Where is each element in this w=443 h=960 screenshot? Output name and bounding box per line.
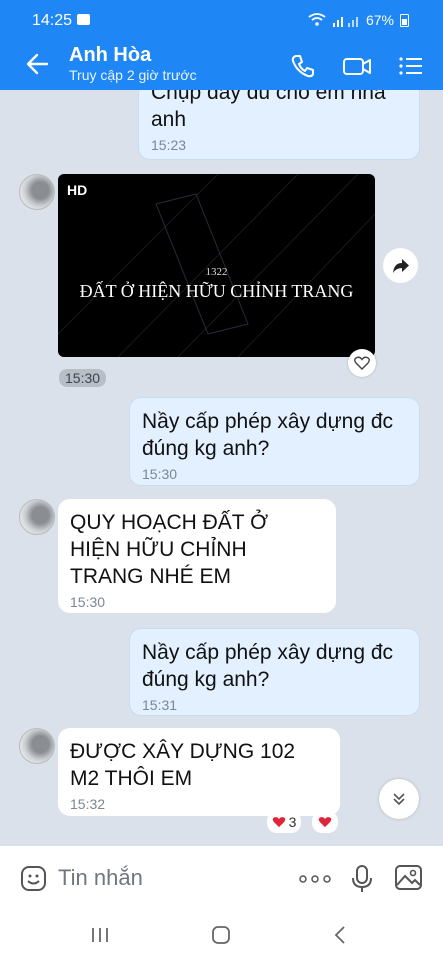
avatar[interactable]	[19, 174, 55, 210]
heart-icon	[272, 817, 285, 828]
status-bar: 14:25 67%	[0, 0, 443, 40]
contact-name[interactable]: Anh Hòa	[69, 44, 151, 67]
back-icon[interactable]	[333, 925, 347, 945]
last-seen: Truy cập 2 giờ trước	[69, 67, 197, 83]
video-caption-title: ĐẤT Ở HIỆN HỮU CHỈNH TRANG	[79, 281, 354, 301]
signal-icon	[332, 16, 358, 27]
menu-list-icon[interactable]	[397, 52, 425, 80]
react-button[interactable]	[312, 811, 338, 833]
share-button[interactable]	[383, 248, 418, 283]
message-text: Nầy cấp phép xây dựng đc đúng kg anh?	[142, 641, 394, 691]
microphone-icon[interactable]	[351, 864, 373, 894]
heart-outline-icon	[354, 356, 370, 370]
message-text: QUY HOẠCH ĐẤT Ở HIỆN HỮU CHỈNH TRANG NHÉ…	[70, 511, 269, 588]
reaction-summary[interactable]: 3	[267, 811, 301, 833]
back-arrow-icon[interactable]	[24, 50, 52, 78]
recent-apps-icon[interactable]	[90, 926, 110, 944]
reaction-count: 3	[288, 814, 297, 830]
image-gallery-icon[interactable]	[394, 864, 423, 891]
sticker-emoji-icon[interactable]	[20, 865, 47, 892]
system-nav-bar	[0, 910, 443, 960]
message-text: Nầy cấp phép xây dựng đc đúng kg anh?	[142, 410, 394, 460]
phone-call-icon[interactable]	[289, 52, 317, 80]
more-options-icon[interactable]	[299, 875, 331, 883]
double-chevron-down-icon	[393, 793, 405, 806]
message-time: 15:23	[151, 137, 187, 153]
chat-screen: 14:25 67% Anh Hòa Truy cập 2 giờ trước C…	[0, 0, 443, 960]
outgoing-message[interactable]: Chụp đầy đủ cho em nha anh 15:23	[138, 90, 420, 160]
outgoing-message[interactable]: Nầy cấp phép xây dựng đc đúng kg anh? 15…	[129, 397, 420, 486]
video-caption-code: 1322	[205, 266, 228, 278]
avatar[interactable]	[19, 499, 55, 535]
message-time: 15:30	[142, 466, 178, 482]
status-time: 14:25	[32, 12, 73, 29]
heart-icon	[318, 817, 332, 828]
incoming-message[interactable]: ĐƯỢC XÂY DỰNG 102 M2 THÔI EM 15:32	[58, 728, 340, 816]
incoming-message[interactable]: QUY HOẠCH ĐẤT Ở HIỆN HỮU CHỈNH TRANG NHÉ…	[58, 499, 336, 613]
avatar[interactable]	[19, 728, 55, 764]
message-list[interactable]: Chụp đầy đủ cho em nha anh 15:23 HD 1322…	[0, 90, 443, 846]
home-icon[interactable]	[210, 924, 232, 946]
status-right: 67%	[308, 12, 409, 28]
top-bar: 14:25 67% Anh Hòa Truy cập 2 giờ trước	[0, 0, 443, 90]
battery-icon	[400, 13, 409, 27]
gallery-notification-icon	[77, 14, 90, 25]
battery-percent: 67%	[365, 12, 394, 28]
share-arrow-icon	[392, 258, 409, 273]
message-input-bar: Tin nhắn	[0, 846, 443, 910]
scroll-to-bottom-button[interactable]	[379, 779, 419, 819]
message-text: Chụp đầy đủ cho em nha anh	[151, 90, 386, 131]
wifi-icon	[308, 13, 326, 26]
video-time: 15:30	[59, 369, 107, 387]
chat-header: Anh Hòa Truy cập 2 giờ trước	[0, 40, 443, 90]
video-message[interactable]: HD 1322 ĐẤT Ở HIỆN HỮU CHỈNH TRANG	[58, 174, 375, 357]
message-time: 15:30	[70, 594, 106, 610]
like-button[interactable]	[348, 349, 376, 377]
video-call-icon[interactable]	[342, 52, 372, 80]
message-time: 15:31	[142, 697, 178, 713]
outgoing-message[interactable]: Nầy cấp phép xây dựng đc đúng kg anh? 15…	[129, 628, 420, 716]
message-time: 15:32	[70, 796, 106, 812]
message-input[interactable]: Tin nhắn	[58, 865, 143, 891]
message-text: ĐƯỢC XÂY DỰNG 102 M2 THÔI EM	[70, 740, 296, 790]
